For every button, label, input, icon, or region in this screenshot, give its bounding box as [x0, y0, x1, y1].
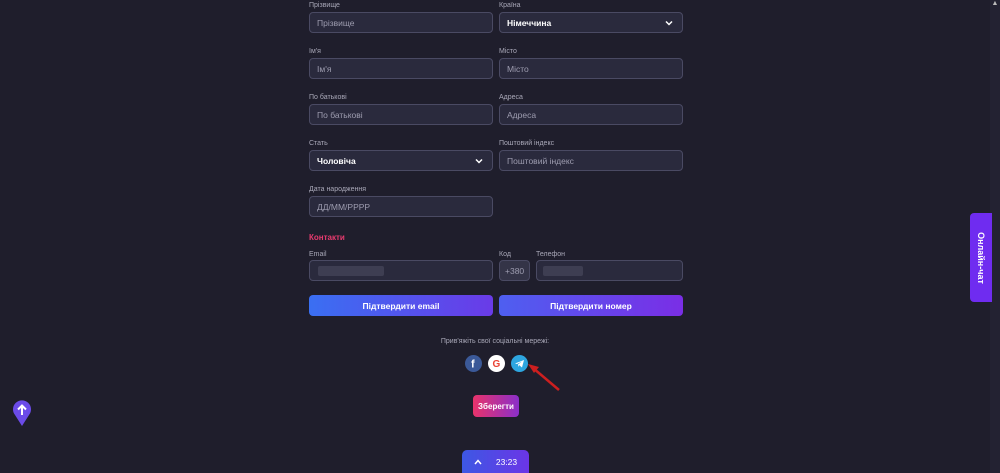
confirm-phone-button[interactable]: Підтвердити номер — [499, 295, 683, 316]
save-button[interactable]: Зберегти — [473, 395, 519, 417]
phone-label: Телефон — [536, 251, 566, 258]
google-icon[interactable]: G — [488, 355, 505, 372]
timer-time: 23:23 — [495, 456, 518, 467]
email-label: Email — [309, 251, 327, 258]
redacted-email — [318, 266, 384, 276]
svg-text:G: G — [493, 359, 501, 369]
birth-date-input[interactable]: ДД/ММ/РРРР — [309, 196, 493, 217]
postal-input[interactable]: Поштовий індекс — [499, 150, 683, 171]
gender-label: Стать — [309, 140, 328, 147]
gender-select[interactable]: Чоловіча — [309, 150, 493, 171]
contacts-title: Контакти — [309, 233, 345, 242]
birth-date-label: Дата народження — [309, 186, 367, 193]
annotation-arrow-icon — [528, 364, 560, 391]
social-caption: Прив'яжіть свої соціальні мережі: — [440, 338, 550, 345]
first-name-label: Ім'я — [309, 48, 321, 55]
chevron-down-icon — [475, 158, 483, 164]
phone-code-field: +380 — [499, 260, 530, 281]
first-name-input[interactable]: Ім'я — [309, 58, 493, 79]
surname-input[interactable]: Прізвище — [309, 12, 493, 33]
chevron-down-icon — [665, 20, 673, 26]
arrow-up-pin-icon — [13, 400, 32, 426]
postal-label: Поштовий індекс — [499, 140, 555, 147]
scroll-up-icon[interactable]: ▲ — [991, 0, 999, 8]
email-field[interactable] — [309, 260, 493, 281]
code-label: Код — [499, 251, 511, 258]
patronymic-label: По батькові — [309, 94, 347, 101]
online-chat-tab[interactable]: Онлайн-чат — [970, 213, 992, 302]
country-select[interactable]: Німеччина — [499, 12, 683, 33]
phone-field[interactable] — [536, 260, 683, 281]
city-label: Місто — [499, 48, 517, 55]
facebook-icon[interactable]: f — [465, 355, 482, 372]
confirm-email-button[interactable]: Підтвердити email — [309, 295, 493, 316]
patronymic-input[interactable]: По батькові — [309, 104, 493, 125]
timer-bar[interactable]: 23:23 — [462, 450, 529, 473]
address-label: Адреса — [499, 94, 523, 101]
surname-label: Прізвище — [309, 2, 340, 9]
redacted-phone — [543, 266, 583, 276]
address-input[interactable]: Адреса — [499, 104, 683, 125]
chevron-up-icon — [474, 458, 482, 464]
city-input[interactable]: Місто — [499, 58, 683, 79]
country-label: Країна — [499, 2, 521, 9]
scroll-top-button[interactable] — [12, 400, 32, 426]
svg-text:f: f — [471, 359, 475, 370]
